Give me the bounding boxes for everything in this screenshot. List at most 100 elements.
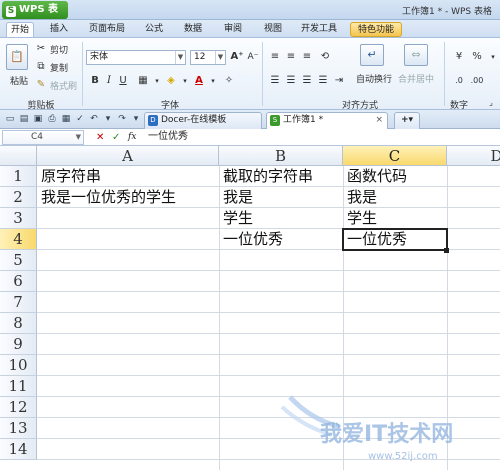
clear-format-icon[interactable]: ✧ <box>222 74 236 88</box>
increase-decimal-icon[interactable]: .0 <box>452 74 466 88</box>
name-box[interactable]: C4 ▼ <box>2 130 84 145</box>
chevron-down-icon[interactable]: ▾ <box>150 74 164 88</box>
row-header-8[interactable]: 8 <box>0 313 37 334</box>
row-header-4[interactable]: 4 <box>0 229 37 250</box>
row-header-2[interactable]: 2 <box>0 187 37 208</box>
dialog-launcher-icon[interactable]: ⌟ <box>484 96 498 110</box>
cell-a2[interactable]: 我是一位优秀的学生 <box>37 187 176 208</box>
format-painter-button[interactable]: 格式刷 <box>50 79 77 92</box>
column-header-d[interactable]: D <box>447 146 500 166</box>
merge-center-icon[interactable]: ⇔ <box>404 44 428 66</box>
chevron-down-icon[interactable]: ▾ <box>102 113 114 125</box>
wrap-text-button[interactable]: 自动换行 <box>356 72 392 85</box>
fill-color-icon[interactable]: ◈ <box>164 74 178 88</box>
sheet-grid[interactable]: A B C D 1 2 3 4 5 6 7 8 9 10 11 12 13 14 原字符串 我是一位优秀的… <box>0 146 500 470</box>
spellcheck-icon[interactable]: ✓ <box>74 113 86 125</box>
align-center-icon[interactable]: ☰ <box>284 74 298 88</box>
font-size-select[interactable]: 12 ▼ <box>190 50 226 65</box>
font-grow-icon[interactable]: A⁺ <box>230 50 244 64</box>
fill-handle[interactable] <box>444 248 449 253</box>
cell-c2[interactable]: 我是 <box>343 187 377 208</box>
undo-icon[interactable]: ↶ <box>88 113 100 125</box>
row-header-1[interactable]: 1 <box>0 166 37 187</box>
row-header-9[interactable]: 9 <box>0 334 37 355</box>
tab-review[interactable]: 审阅 <box>218 22 248 37</box>
close-icon[interactable]: × <box>375 113 383 128</box>
tab-home[interactable]: 开始 <box>6 22 34 37</box>
formula-input[interactable]: 一位优秀 <box>148 130 498 145</box>
wrap-text-icon[interactable]: ↵ <box>360 44 384 66</box>
font-shrink-icon[interactable]: A⁻ <box>246 50 260 64</box>
tab-page-layout[interactable]: 页面布局 <box>84 22 130 37</box>
justify-icon[interactable]: ☰ <box>316 74 330 88</box>
row-header-6[interactable]: 6 <box>0 271 37 292</box>
font-name-select[interactable]: 宋体 ▼ <box>86 50 186 65</box>
redo-icon[interactable]: ↷ <box>116 113 128 125</box>
merge-center-button[interactable]: 合并居中 <box>398 72 434 85</box>
row-header-14[interactable]: 14 <box>0 439 37 460</box>
tab-data[interactable]: 数据 <box>178 22 208 37</box>
row-header-10[interactable]: 10 <box>0 355 37 376</box>
tab-insert[interactable]: 插入 <box>44 22 74 37</box>
tab-view[interactable]: 视图 <box>258 22 288 37</box>
copy-button[interactable]: 复制 <box>50 61 68 74</box>
open-icon[interactable]: ▤ <box>18 113 30 125</box>
bold-button[interactable]: B <box>88 74 102 88</box>
confirm-icon[interactable]: ✓ <box>112 131 120 144</box>
doc-tab-docer[interactable]: D Docer-在线模板 <box>144 112 262 129</box>
cancel-icon[interactable]: ✕ <box>96 131 104 144</box>
align-right-icon[interactable]: ☰ <box>300 74 314 88</box>
row-header-7[interactable]: 7 <box>0 292 37 313</box>
cell-b1[interactable]: 截取的字符串 <box>219 166 313 187</box>
indent-icon[interactable]: ⇥ <box>332 74 346 88</box>
new-icon[interactable]: ▭ <box>4 113 16 125</box>
print-icon[interactable]: ⎙ <box>46 113 58 125</box>
align-middle-icon[interactable]: ≡ <box>284 50 298 64</box>
chevron-down-icon[interactable]: ▾ <box>178 74 192 88</box>
row-header-13[interactable]: 13 <box>0 418 37 439</box>
wps-app-menu-button[interactable]: SWPS 表格 ▾ <box>2 1 68 33</box>
row-header-11[interactable]: 11 <box>0 376 37 397</box>
column-header-a[interactable]: A <box>37 146 219 166</box>
cell-c3[interactable]: 学生 <box>343 208 377 229</box>
row-header-5[interactable]: 5 <box>0 250 37 271</box>
align-top-icon[interactable]: ≡ <box>268 50 282 64</box>
row-header-12[interactable]: 12 <box>0 397 37 418</box>
text-orientation-icon[interactable]: ⟲ <box>318 50 332 64</box>
border-icon[interactable]: ▦ <box>136 74 150 88</box>
tab-special-features[interactable]: 特色功能 <box>350 22 402 37</box>
column-header-b[interactable]: B <box>219 146 343 166</box>
chevron-down-icon[interactable]: ▼ <box>76 131 81 144</box>
chevron-down-icon[interactable]: ▾ <box>486 50 500 64</box>
paste-button[interactable]: 粘贴 <box>10 74 28 87</box>
cell-b4[interactable]: 一位优秀 <box>219 229 283 250</box>
tab-formulas[interactable]: 公式 <box>140 22 168 37</box>
customize-toolbar-icon[interactable]: ▾ <box>130 113 142 125</box>
align-bottom-icon[interactable]: ≡ <box>300 50 314 64</box>
insert-function-icon[interactable]: fx <box>128 131 136 144</box>
tab-developer[interactable]: 开发工具 <box>296 22 342 37</box>
percent-button[interactable]: % <box>470 50 484 64</box>
print-preview-icon[interactable]: ▦ <box>60 113 72 125</box>
row-header-3[interactable]: 3 <box>0 208 37 229</box>
column-header-c[interactable]: C <box>343 146 447 166</box>
cell-a1[interactable]: 原字符串 <box>37 166 101 187</box>
underline-button[interactable]: U <box>116 74 130 88</box>
currency-icon[interactable]: ¥ <box>452 50 466 64</box>
cut-button[interactable]: 剪切 <box>50 43 68 56</box>
chevron-down-icon[interactable]: ▾ <box>206 74 220 88</box>
save-icon[interactable]: ▣ <box>32 113 44 125</box>
cell-b3[interactable]: 学生 <box>219 208 253 229</box>
doc-tab-label: Docer-在线模板 <box>161 115 227 125</box>
docer-icon: D <box>148 115 158 126</box>
new-tab-button[interactable]: +▾ <box>394 112 420 129</box>
italic-button[interactable]: I <box>102 74 116 88</box>
font-color-icon[interactable]: A <box>192 74 206 88</box>
paste-icon[interactable]: 📋 <box>6 44 28 70</box>
doc-tab-workbook1[interactable]: S 工作簿1 * × <box>266 112 388 129</box>
select-all-corner[interactable] <box>0 146 37 166</box>
cell-c1[interactable]: 函数代码 <box>343 166 407 187</box>
cell-b2[interactable]: 我是 <box>219 187 253 208</box>
decrease-decimal-icon[interactable]: .00 <box>470 74 484 88</box>
align-left-icon[interactable]: ☰ <box>268 74 282 88</box>
